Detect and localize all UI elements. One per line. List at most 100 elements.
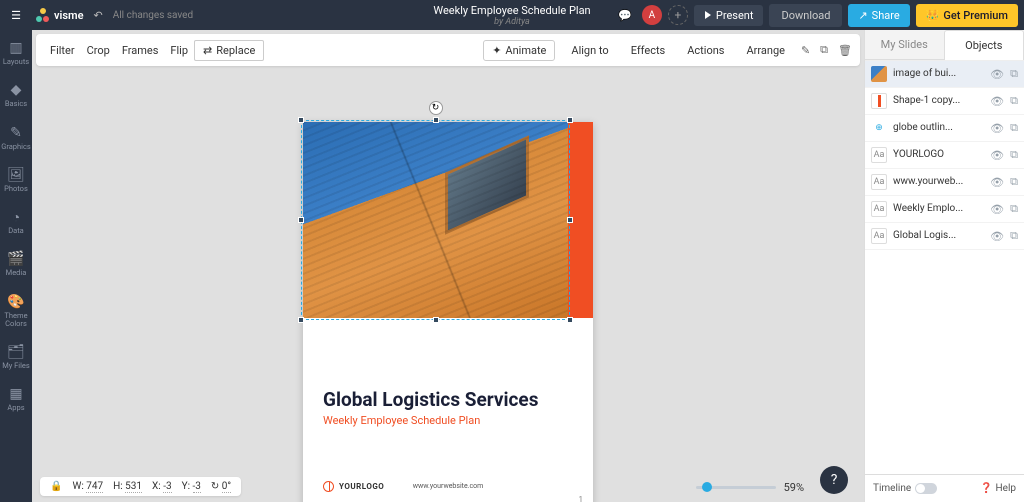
layer-item-weekly-text[interactable]: Aa Weekly Emplo... 👁 ⧉ bbox=[865, 196, 1024, 223]
tab-objects[interactable]: Objects bbox=[944, 30, 1024, 60]
brand-logo[interactable]: visme bbox=[36, 8, 84, 22]
effects-button[interactable]: Effects bbox=[625, 41, 672, 60]
crown-icon: 👑 bbox=[926, 9, 940, 22]
add-collaborator-button[interactable]: + bbox=[668, 5, 688, 25]
timeline-toggle-row[interactable]: Timeline bbox=[873, 483, 937, 494]
help-fab[interactable]: ? bbox=[820, 466, 848, 494]
present-button[interactable]: Present bbox=[694, 5, 764, 26]
layer-name: image of bui... bbox=[893, 68, 984, 80]
angle-readout[interactable]: ↻ 0° bbox=[211, 481, 231, 492]
sidebar-item-my-files[interactable]: 🗂My Files bbox=[0, 340, 32, 374]
timeline-toggle[interactable] bbox=[915, 483, 937, 494]
flip-button[interactable]: Flip bbox=[164, 41, 194, 60]
actions-button[interactable]: Actions bbox=[681, 41, 730, 60]
y-readout[interactable]: Y: -3 bbox=[182, 481, 201, 492]
hero-image[interactable] bbox=[303, 122, 568, 318]
layer-item-global-text[interactable]: Aa Global Logis... 👁 ⧉ bbox=[865, 223, 1024, 250]
document-title: Weekly Employee Schedule Plan bbox=[433, 4, 590, 17]
right-panel: My Slides Objects image of bui... 👁 ⧉ Sh… bbox=[864, 30, 1024, 502]
panel-tabs: My Slides Objects bbox=[865, 30, 1024, 60]
lock-icon[interactable]: 🔒 bbox=[50, 481, 62, 492]
layer-item-image[interactable]: image of bui... 👁 ⧉ bbox=[865, 61, 1024, 88]
layers-list: image of bui... 👁 ⧉ Shape-1 copy... 👁 ⧉ … bbox=[865, 60, 1024, 474]
accent-strip-shape[interactable] bbox=[568, 122, 593, 318]
height-readout[interactable]: H: 531 bbox=[113, 481, 142, 492]
sidebar-item-apps[interactable]: ▦Apps bbox=[0, 382, 32, 416]
main-area: ▥Layouts ◆Basics ✎Graphics 🖼Photos ◔Data… bbox=[0, 30, 1024, 502]
frames-button[interactable]: Frames bbox=[116, 41, 165, 60]
layer-item-logo-text[interactable]: Aa YOURLOGO 👁 ⧉ bbox=[865, 142, 1024, 169]
eyedropper-button[interactable]: ✎ bbox=[801, 44, 810, 57]
lock-toggle[interactable]: ⧉ bbox=[1010, 121, 1018, 135]
theme-icon: 🎨 bbox=[8, 294, 24, 310]
user-avatar[interactable]: A bbox=[642, 5, 662, 25]
sidebar-item-photos[interactable]: 🖼Photos bbox=[0, 163, 32, 197]
visibility-toggle[interactable]: 👁 bbox=[990, 68, 1004, 81]
premium-button[interactable]: 👑 Get Premium bbox=[916, 4, 1018, 27]
timeline-label: Timeline bbox=[873, 483, 911, 494]
comments-button[interactable]: 💬 bbox=[614, 4, 636, 26]
lock-toggle[interactable]: ⧉ bbox=[1010, 148, 1018, 162]
delete-button[interactable]: 🗑 bbox=[838, 44, 852, 57]
layer-thumb-icon bbox=[871, 66, 887, 82]
sparkle-icon: ✦ bbox=[492, 44, 501, 57]
logo-text: YOURLOGO bbox=[339, 482, 384, 491]
share-button[interactable]: ↗ Share bbox=[848, 4, 909, 27]
layer-thumb-icon: Aa bbox=[871, 147, 887, 163]
lock-toggle[interactable]: ⧉ bbox=[1010, 94, 1018, 108]
arrange-button[interactable]: Arrange bbox=[740, 41, 790, 60]
duplicate-button[interactable]: ⧉ bbox=[820, 43, 828, 57]
sidebar-item-graphics[interactable]: ✎Graphics bbox=[0, 121, 32, 155]
sidebar-item-media[interactable]: 🎬Media bbox=[0, 247, 32, 281]
layer-name: Global Logis... bbox=[893, 230, 984, 242]
download-button[interactable]: Download bbox=[769, 4, 842, 27]
layer-item-globe[interactable]: ⊕ globe outlin... 👁 ⧉ bbox=[865, 115, 1024, 142]
sidebar-item-data[interactable]: ◔Data bbox=[0, 205, 32, 239]
width-readout[interactable]: W: 747 bbox=[72, 481, 103, 492]
help-link[interactable]: ❓ Help bbox=[980, 483, 1016, 494]
lock-toggle[interactable]: ⧉ bbox=[1010, 67, 1018, 81]
visibility-toggle[interactable]: 👁 bbox=[990, 176, 1004, 189]
headline-text[interactable]: Global Logistics Services bbox=[323, 388, 538, 411]
x-readout[interactable]: X: -3 bbox=[152, 481, 172, 492]
logo-row[interactable]: YOURLOGO bbox=[323, 481, 384, 492]
sidebar-item-theme-colors[interactable]: 🎨Theme Colors bbox=[0, 290, 32, 333]
animate-button[interactable]: ✦Animate bbox=[483, 40, 555, 61]
document-title-area: Weekly Employee Schedule Plan by Aditya bbox=[433, 4, 590, 27]
visibility-toggle[interactable]: 👁 bbox=[990, 149, 1004, 162]
tab-my-slides[interactable]: My Slides bbox=[865, 30, 944, 60]
zoom-thumb[interactable] bbox=[702, 482, 712, 492]
layer-item-website-text[interactable]: Aa www.yourweb... 👁 ⧉ bbox=[865, 169, 1024, 196]
slide-page[interactable]: Global Logistics Services Weekly Employe… bbox=[303, 122, 593, 502]
crop-button[interactable]: Crop bbox=[81, 41, 116, 60]
align-button[interactable]: Align to bbox=[565, 41, 614, 60]
lock-toggle[interactable]: ⧉ bbox=[1010, 229, 1018, 243]
page-number: 1 bbox=[579, 495, 584, 502]
globe-icon bbox=[323, 481, 334, 492]
lock-toggle[interactable]: ⧉ bbox=[1010, 202, 1018, 216]
lock-toggle[interactable]: ⧉ bbox=[1010, 175, 1018, 189]
layer-thumb-icon: Aa bbox=[871, 174, 887, 190]
zoom-slider[interactable] bbox=[696, 486, 776, 489]
visibility-toggle[interactable]: 👁 bbox=[990, 230, 1004, 243]
website-text[interactable]: www.yourwebsite.com bbox=[413, 482, 484, 490]
menu-button[interactable]: ☰ bbox=[0, 0, 32, 30]
graphics-icon: ✎ bbox=[8, 125, 24, 141]
help-icon: ❓ bbox=[980, 483, 992, 494]
replace-button[interactable]: ⇄Replace bbox=[194, 40, 264, 61]
undo-button[interactable]: ↶ bbox=[94, 9, 103, 22]
visibility-toggle[interactable]: 👁 bbox=[990, 95, 1004, 108]
canvas-viewport[interactable]: Global Logistics Services Weekly Employe… bbox=[32, 70, 864, 502]
layer-name: globe outlin... bbox=[893, 122, 984, 134]
filter-button[interactable]: Filter bbox=[44, 41, 81, 60]
subhead-text[interactable]: Weekly Employee Schedule Plan bbox=[323, 414, 480, 427]
layer-item-shape[interactable]: Shape-1 copy... 👁 ⧉ bbox=[865, 88, 1024, 115]
share-icon: ↗ bbox=[858, 9, 867, 22]
sidebar-item-basics[interactable]: ◆Basics bbox=[0, 78, 32, 112]
sidebar-item-layouts[interactable]: ▥Layouts bbox=[0, 36, 32, 70]
left-sidebar: ▥Layouts ◆Basics ✎Graphics 🖼Photos ◔Data… bbox=[0, 30, 32, 502]
visibility-toggle[interactable]: 👁 bbox=[990, 122, 1004, 135]
visibility-toggle[interactable]: 👁 bbox=[990, 203, 1004, 216]
zoom-value[interactable]: 59% bbox=[784, 481, 804, 494]
rotate-handle[interactable] bbox=[429, 101, 443, 115]
